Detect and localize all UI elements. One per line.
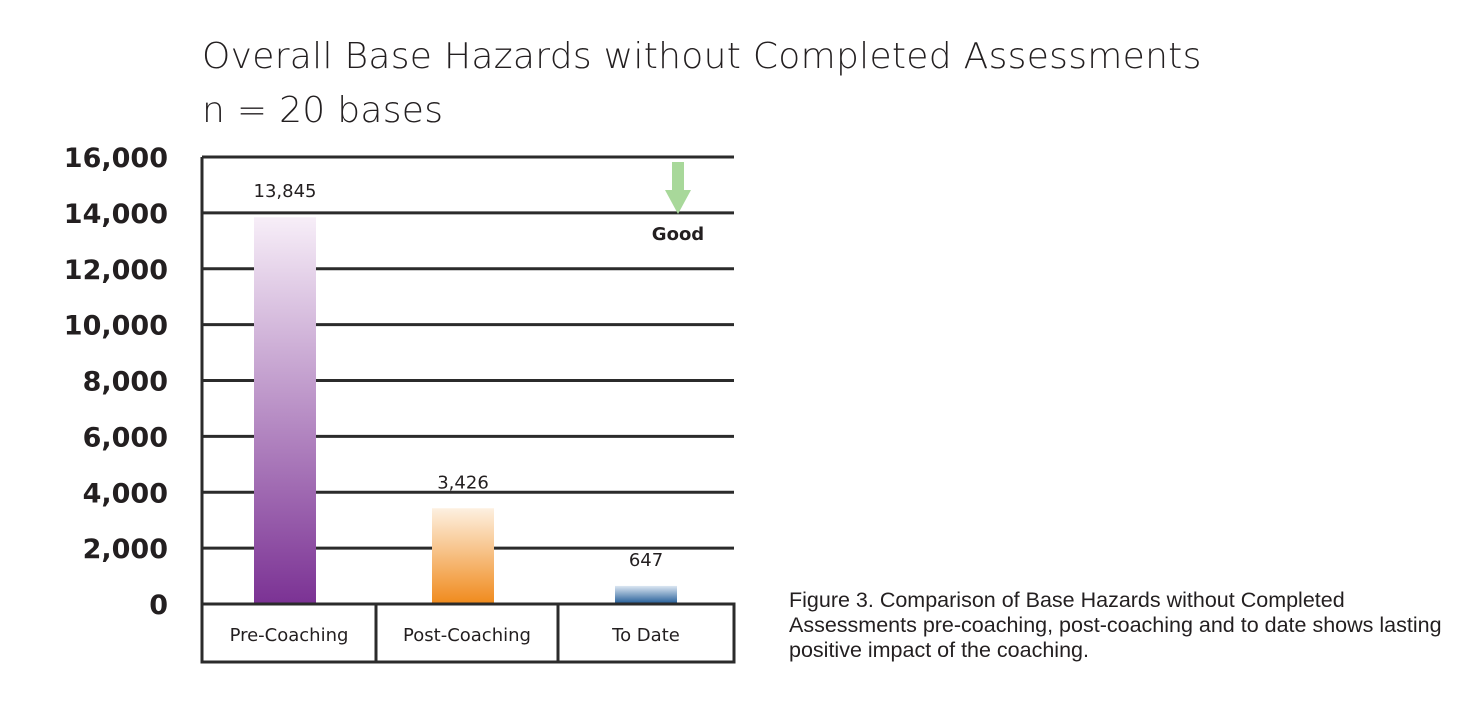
y-tick-label: 0 <box>149 590 168 621</box>
x-tick-label: Pre-Coaching <box>230 625 349 646</box>
bar-pre-coaching <box>254 217 316 604</box>
value-label: 3,426 <box>437 472 489 493</box>
x-tick-label: Post-Coaching <box>403 625 531 646</box>
y-tick-label: 12,000 <box>64 255 168 286</box>
y-tick-label: 4,000 <box>83 478 168 509</box>
y-tick-label: 2,000 <box>83 534 168 565</box>
category-table: Pre-Coaching Post-Coaching To Date <box>200 602 736 664</box>
y-tick-label: 6,000 <box>83 422 168 453</box>
annotation-label: Good <box>652 224 704 245</box>
bar-post-coaching <box>432 508 494 604</box>
value-label: 13,845 <box>254 181 317 202</box>
figure-caption: Figure 3. Comparison of Base Hazards wit… <box>789 588 1442 662</box>
y-tick-label: 8,000 <box>83 367 168 398</box>
value-label: 647 <box>629 550 663 571</box>
y-tick-label: 16,000 <box>64 143 168 174</box>
bar-to-date <box>615 585 677 604</box>
annotation: Good <box>652 162 704 245</box>
down-arrow-icon <box>665 162 691 214</box>
x-tick-label: To Date <box>611 625 680 646</box>
y-tick-label: 10,000 <box>64 311 168 342</box>
bars <box>254 217 677 604</box>
y-tick-label: 14,000 <box>64 199 168 230</box>
y-axis-ticks: 0 2,000 4,000 6,000 8,000 10,000 12,000 14,000 1… <box>64 143 168 621</box>
